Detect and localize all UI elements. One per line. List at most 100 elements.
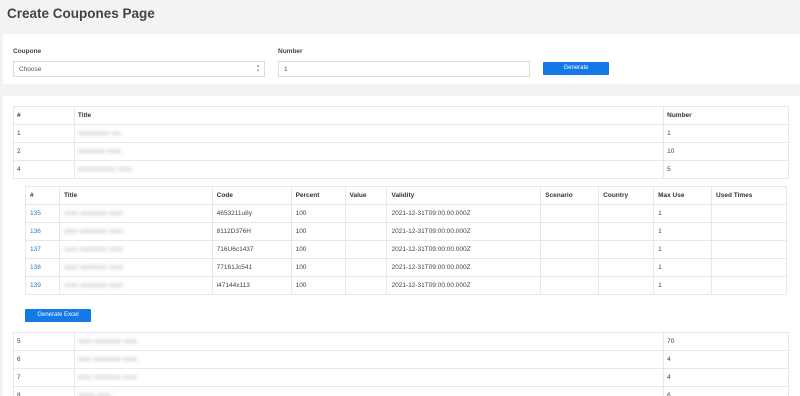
- coupon-row: 136 xxxx xxxxxxxx xxxx 8112D376H 100 202…: [25, 222, 787, 241]
- coupon-country: [598, 204, 655, 223]
- coupon-scenario: [540, 222, 600, 241]
- coupon-id-link[interactable]: 139: [25, 276, 60, 295]
- coupon-country: [598, 240, 655, 259]
- coupon-value: [344, 204, 388, 223]
- table-row[interactable]: 8 xxxxx xxxx 6: [13, 386, 789, 396]
- row-number: 5: [663, 160, 789, 179]
- coupon-max-use: 1: [653, 240, 713, 259]
- coupon-form: Coupone Choose ▴ ▾ Number 1 Generate: [3, 34, 800, 84]
- table-header-row: # Title Number: [13, 106, 789, 125]
- select-arrows-icon: ▴ ▾: [256, 63, 260, 74]
- row-number: 4: [663, 368, 789, 387]
- coupons-table-continued: 5 xxxx xxxxxxxx xxxx 70 6 xxxx xxxxxxxx …: [13, 332, 789, 396]
- coupon-scenario: [540, 258, 600, 277]
- row-title: xxxx xxxxxxxx xxxx: [73, 332, 665, 351]
- generate-excel-button[interactable]: Generate Excel: [25, 309, 91, 322]
- row-num: 8: [13, 386, 75, 396]
- row-number: 10: [663, 142, 789, 161]
- row-title: xxxxxxxxx xxx: [73, 124, 665, 143]
- coupon-value: [344, 222, 388, 241]
- coupon-title: xxxx xxxxxxxx xxxx: [58, 204, 213, 223]
- coupon-used-times: [711, 258, 787, 277]
- row-title: xxxxxxxx xxxx: [73, 142, 665, 161]
- header-num: #: [13, 106, 75, 125]
- coupon-validity: 2021-12-31T09:00:00.000Z: [386, 204, 542, 223]
- coupon-validity: 2021-12-31T09:00:00.000Z: [386, 276, 542, 295]
- coupons-panel: # Title Number 1 xxxxxxxxx xxx 1 2 xxxxx…: [3, 96, 800, 396]
- table-row[interactable]: 4 xxxxxxxxxxx xxxx 5: [13, 160, 789, 179]
- coupon-id-link[interactable]: 135: [25, 204, 60, 223]
- coupon-row: 135 xxxx xxxxxxxx xxxx 4653211u8y 100 20…: [25, 204, 787, 223]
- coupon-used-times: [711, 240, 787, 259]
- number-input[interactable]: 1: [278, 61, 530, 77]
- coupon-scenario: [540, 240, 600, 259]
- coupon-value: [344, 276, 388, 295]
- coupon-code: 77161Jc541: [211, 258, 292, 277]
- header-scenario: Scenario: [540, 186, 600, 205]
- row-number: 4: [663, 350, 789, 369]
- coupon-percent: 100: [290, 276, 346, 295]
- coupon-row: 139 xxxx xxxxxxxx xxxx i47144x113 100 20…: [25, 276, 787, 295]
- coupon-country: [598, 276, 655, 295]
- header-number: Number: [663, 106, 789, 125]
- generate-button[interactable]: Generate: [543, 62, 609, 75]
- table-row[interactable]: 1 xxxxxxxxx xxx 1: [13, 124, 789, 143]
- coupon-id-link[interactable]: 136: [25, 222, 60, 241]
- coupon-code: 716U6c1437: [211, 240, 292, 259]
- coupone-select-value: Choose: [19, 66, 42, 73]
- header-validity: Validity: [386, 186, 542, 205]
- coupone-select[interactable]: Choose ▴ ▾: [13, 61, 265, 77]
- coupon-title: xxxx xxxxxxxx xxxx: [58, 222, 213, 241]
- row-number: 70: [663, 332, 789, 351]
- coupon-percent: 100: [290, 258, 346, 277]
- coupon-max-use: 1: [653, 258, 713, 277]
- coupon-country: [598, 258, 655, 277]
- coupon-percent: 100: [290, 222, 346, 241]
- header-id: #: [25, 186, 60, 205]
- coupon-used-times: [711, 222, 787, 241]
- coupon-row: 137 xxxx xxxxxxxx xxxx 716U6c1437 100 20…: [25, 240, 787, 259]
- coupon-title: xxxx xxxxxxxx xxxx: [58, 258, 213, 277]
- coupons-table: # Title Number 1 xxxxxxxxx xxx 1 2 xxxxx…: [13, 106, 789, 179]
- row-number: 6: [663, 386, 789, 396]
- header-max-use: Max Use: [653, 186, 713, 205]
- header-title: Title: [58, 186, 213, 205]
- coupon-row: 138 xxxx xxxxxxxx xxxx 77161Jc541 100 20…: [25, 258, 787, 277]
- coupon-percent: 100: [290, 204, 346, 223]
- header-code: Code: [211, 186, 292, 205]
- row-title: xxxxxxxxxxx xxxx: [73, 160, 665, 179]
- coupon-title: xxxx xxxxxxxx xxxx: [58, 276, 213, 295]
- table-row[interactable]: 6 xxxx xxxxxxxx xxxx 4: [13, 350, 789, 369]
- row-num: 7: [13, 368, 75, 387]
- coupon-code: i47144x113: [211, 276, 292, 295]
- page-title: Create Coupones Page: [7, 6, 155, 21]
- row-title: xxxx xxxxxxxx xxxx: [73, 368, 665, 387]
- coupon-codes-table: # Title Code Percent Value Validity Scen…: [25, 186, 787, 295]
- header-country: Country: [598, 186, 655, 205]
- coupone-label: Coupone: [13, 48, 42, 55]
- coupon-used-times: [711, 204, 787, 223]
- inner-header-row: # Title Code Percent Value Validity Scen…: [25, 186, 787, 205]
- coupon-id-link[interactable]: 137: [25, 240, 60, 259]
- coupon-validity: 2021-12-31T09:00:00.000Z: [386, 258, 542, 277]
- expanded-row-detail: # Title Code Percent Value Validity Scen…: [25, 186, 787, 295]
- header-used-times: Used Times: [711, 186, 787, 205]
- table-row[interactable]: 7 xxxx xxxxxxxx xxxx 4: [13, 368, 789, 387]
- coupon-validity: 2021-12-31T09:00:00.000Z: [386, 240, 542, 259]
- row-title: xxxxx xxxx: [73, 386, 665, 396]
- table-row[interactable]: 2 xxxxxxxx xxxx 10: [13, 142, 789, 161]
- coupon-id-link[interactable]: 138: [25, 258, 60, 277]
- coupon-scenario: [540, 276, 600, 295]
- row-number: 1: [663, 124, 789, 143]
- coupon-code: 4653211u8y: [211, 204, 292, 223]
- row-num: 2: [13, 142, 75, 161]
- coupon-value: [344, 258, 388, 277]
- coupon-max-use: 1: [653, 222, 713, 241]
- header-value: Value: [344, 186, 388, 205]
- row-num: 4: [13, 160, 75, 179]
- row-num: 5: [13, 332, 75, 351]
- coupon-country: [598, 222, 655, 241]
- table-row[interactable]: 5 xxxx xxxxxxxx xxxx 70: [13, 332, 789, 351]
- coupon-scenario: [540, 204, 600, 223]
- row-num: 1: [13, 124, 75, 143]
